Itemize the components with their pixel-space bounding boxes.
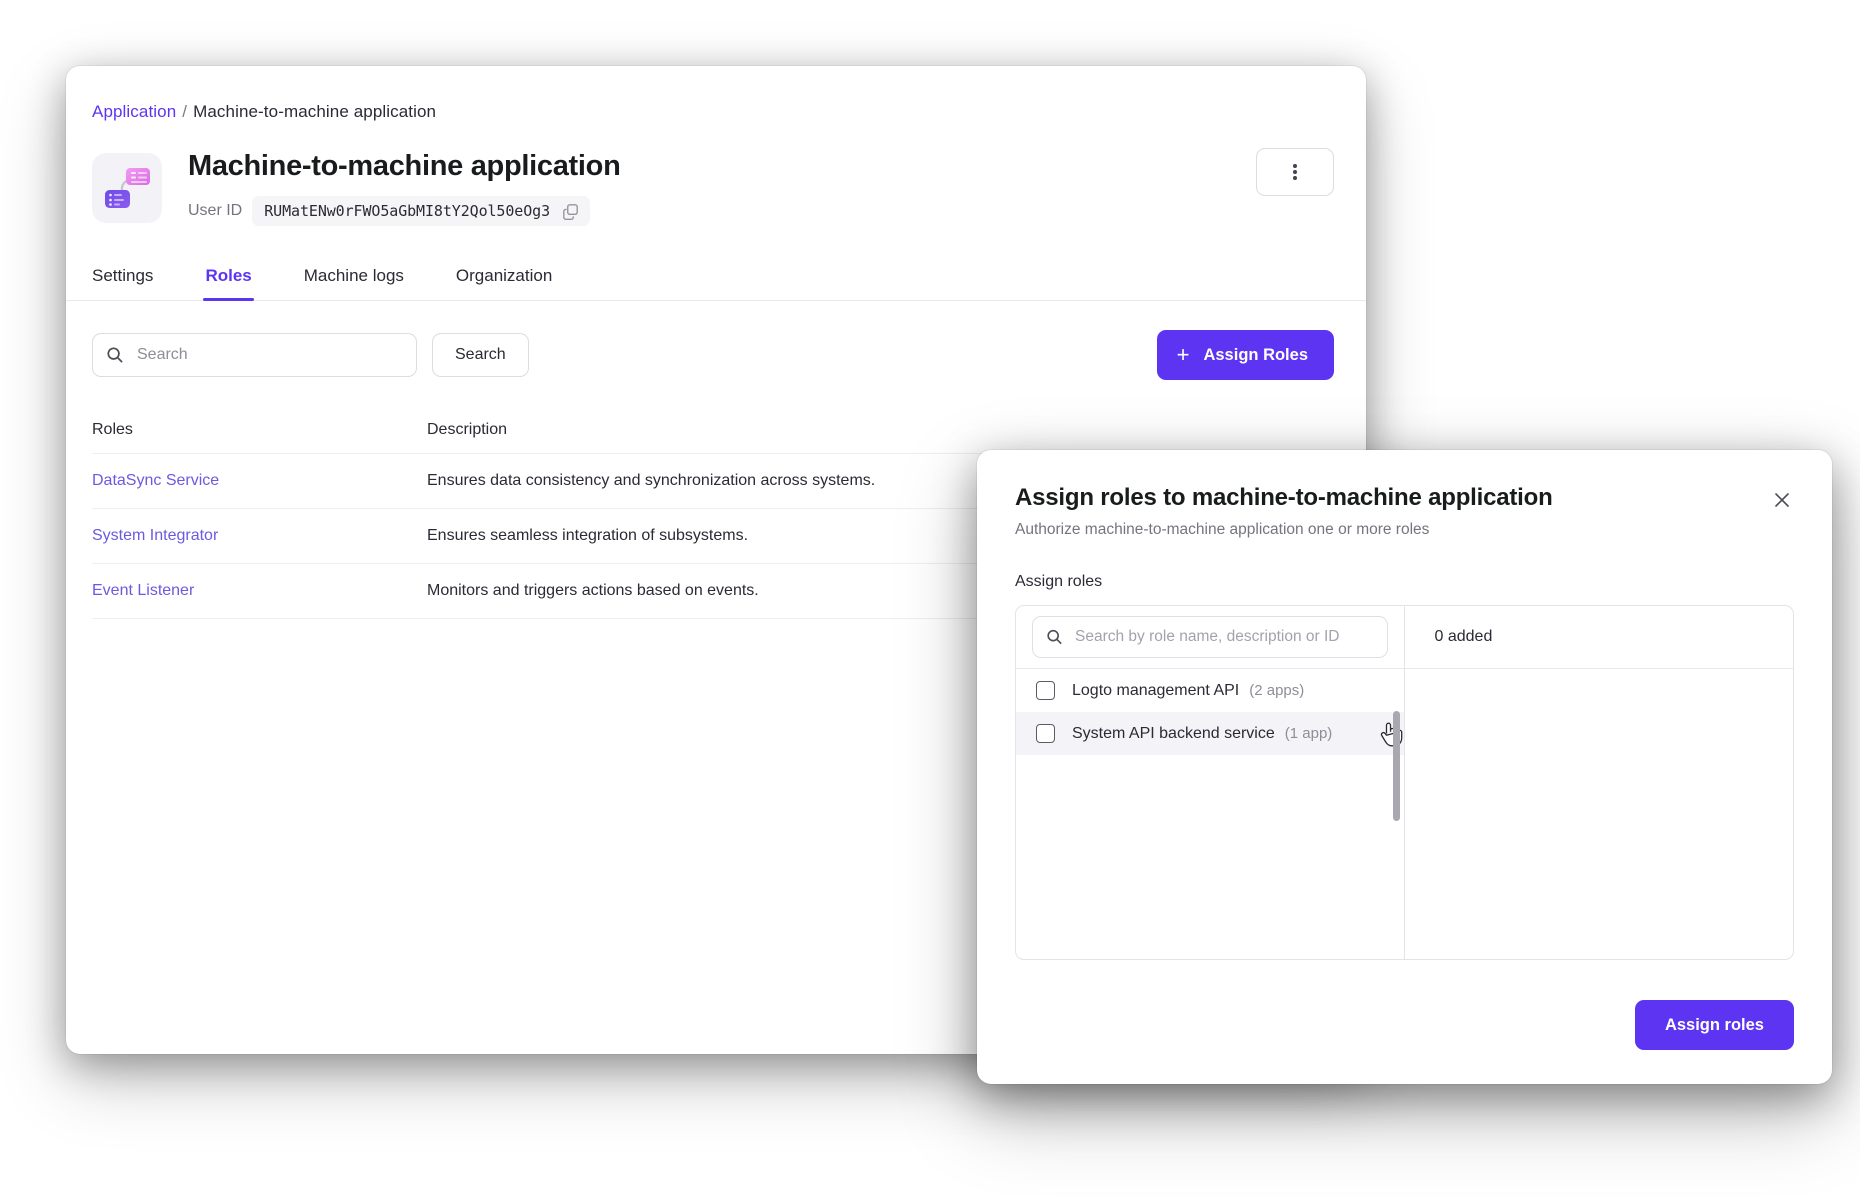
column-header-description: Description [427, 420, 508, 438]
added-roles-panel: 0 added [1404, 606, 1794, 959]
assign-roles-field-label: Assign roles [1015, 573, 1103, 590]
search-icon [106, 346, 124, 364]
list-item-count: (2 apps) [1249, 682, 1305, 699]
assign-roles-modal: Assign roles to machine-to-machine appli… [977, 450, 1832, 1084]
tab-roles[interactable]: Roles [203, 256, 255, 302]
assign-roles-submit-button[interactable]: Assign roles [1634, 1000, 1794, 1050]
application-header: Machine-to-machine application User ID R… [66, 122, 1366, 227]
list-scrollbar[interactable] [1392, 711, 1400, 821]
table-header-row: Roles Description [92, 406, 1366, 455]
list-item[interactable]: Logto management API (2 apps) [1016, 669, 1404, 712]
breadcrumb-separator: / [182, 102, 188, 121]
role-link[interactable]: System Integrator [92, 527, 427, 545]
checkbox[interactable] [1036, 681, 1055, 700]
modal-footer: Assign roles [1634, 1000, 1794, 1050]
copy-icon[interactable] [562, 203, 579, 220]
user-id-value: RUMatENw0rFWO5aGbMI8tY2Qol50eOg3 [264, 202, 551, 221]
kebab-menu-icon [1293, 163, 1297, 181]
modal-search-wrapper [1032, 616, 1388, 658]
search-field-wrapper [92, 333, 417, 378]
list-item-label: System API backend service [1072, 724, 1275, 742]
breadcrumb-application-link[interactable]: Application [92, 102, 176, 121]
modal-subtitle: Authorize machine-to-machine application… [1015, 521, 1430, 538]
pointer-cursor-icon [1378, 720, 1404, 755]
user-id-chip: RUMatENw0rFWO5aGbMI8tY2Qol50eOg3 [252, 196, 591, 227]
modal-search-input[interactable] [1032, 616, 1388, 658]
application-header-text: Machine-to-machine application User ID R… [188, 150, 621, 227]
tab-machine-logs[interactable]: Machine logs [304, 256, 404, 300]
added-roles-list [1405, 669, 1794, 959]
tab-bar: Settings Roles Machine logs Organization [66, 256, 1366, 302]
list-item-count: (1 app) [1284, 725, 1333, 742]
column-header-roles: Roles [92, 420, 133, 438]
search-input[interactable] [92, 333, 417, 378]
role-link[interactable]: DataSync Service [92, 472, 427, 490]
page-title: Machine-to-machine application [188, 150, 621, 182]
close-icon[interactable] [1766, 484, 1798, 516]
list-item[interactable]: System API backend service (1 app) [1016, 712, 1404, 755]
checkbox[interactable] [1036, 724, 1055, 743]
available-roles-panel: Logto management API (2 apps) System API… [1016, 606, 1405, 959]
breadcrumb-current: Machine-to-machine application [193, 102, 437, 121]
available-roles-list: Logto management API (2 apps) System API… [1016, 669, 1404, 959]
role-transfer-panel: Logto management API (2 apps) System API… [1015, 605, 1794, 960]
role-link[interactable]: Event Listener [92, 582, 427, 600]
list-item-label: Logto management API [1072, 681, 1240, 699]
added-count-label: 0 added [1434, 628, 1493, 645]
roles-toolbar: Search + Assign Roles [66, 301, 1366, 381]
assign-roles-button-label: Assign Roles [1203, 345, 1308, 364]
machine-to-machine-app-icon [92, 153, 162, 223]
plus-icon: + [1176, 342, 1190, 368]
available-roles-panel-header [1016, 606, 1404, 669]
screenshot-root: Application / Machine-to-machine applicati… [0, 0, 1860, 1200]
tab-settings[interactable]: Settings [92, 256, 153, 300]
assign-roles-button[interactable]: + Assign Roles [1156, 330, 1334, 381]
user-id-label: User ID [188, 202, 243, 220]
more-options-button[interactable] [1256, 148, 1334, 196]
added-roles-panel-header: 0 added [1404, 606, 1793, 669]
modal-title: Assign roles to machine-to-machine appli… [1015, 484, 1553, 511]
tab-organization[interactable]: Organization [456, 256, 552, 300]
search-icon [1046, 629, 1063, 646]
breadcrumb: Application / Machine-to-machine applicati… [66, 66, 1366, 122]
search-button[interactable]: Search [432, 333, 529, 378]
user-id-row: User ID RUMatENw0rFWO5aGbMI8tY2Qol50eOg3 [188, 196, 621, 227]
